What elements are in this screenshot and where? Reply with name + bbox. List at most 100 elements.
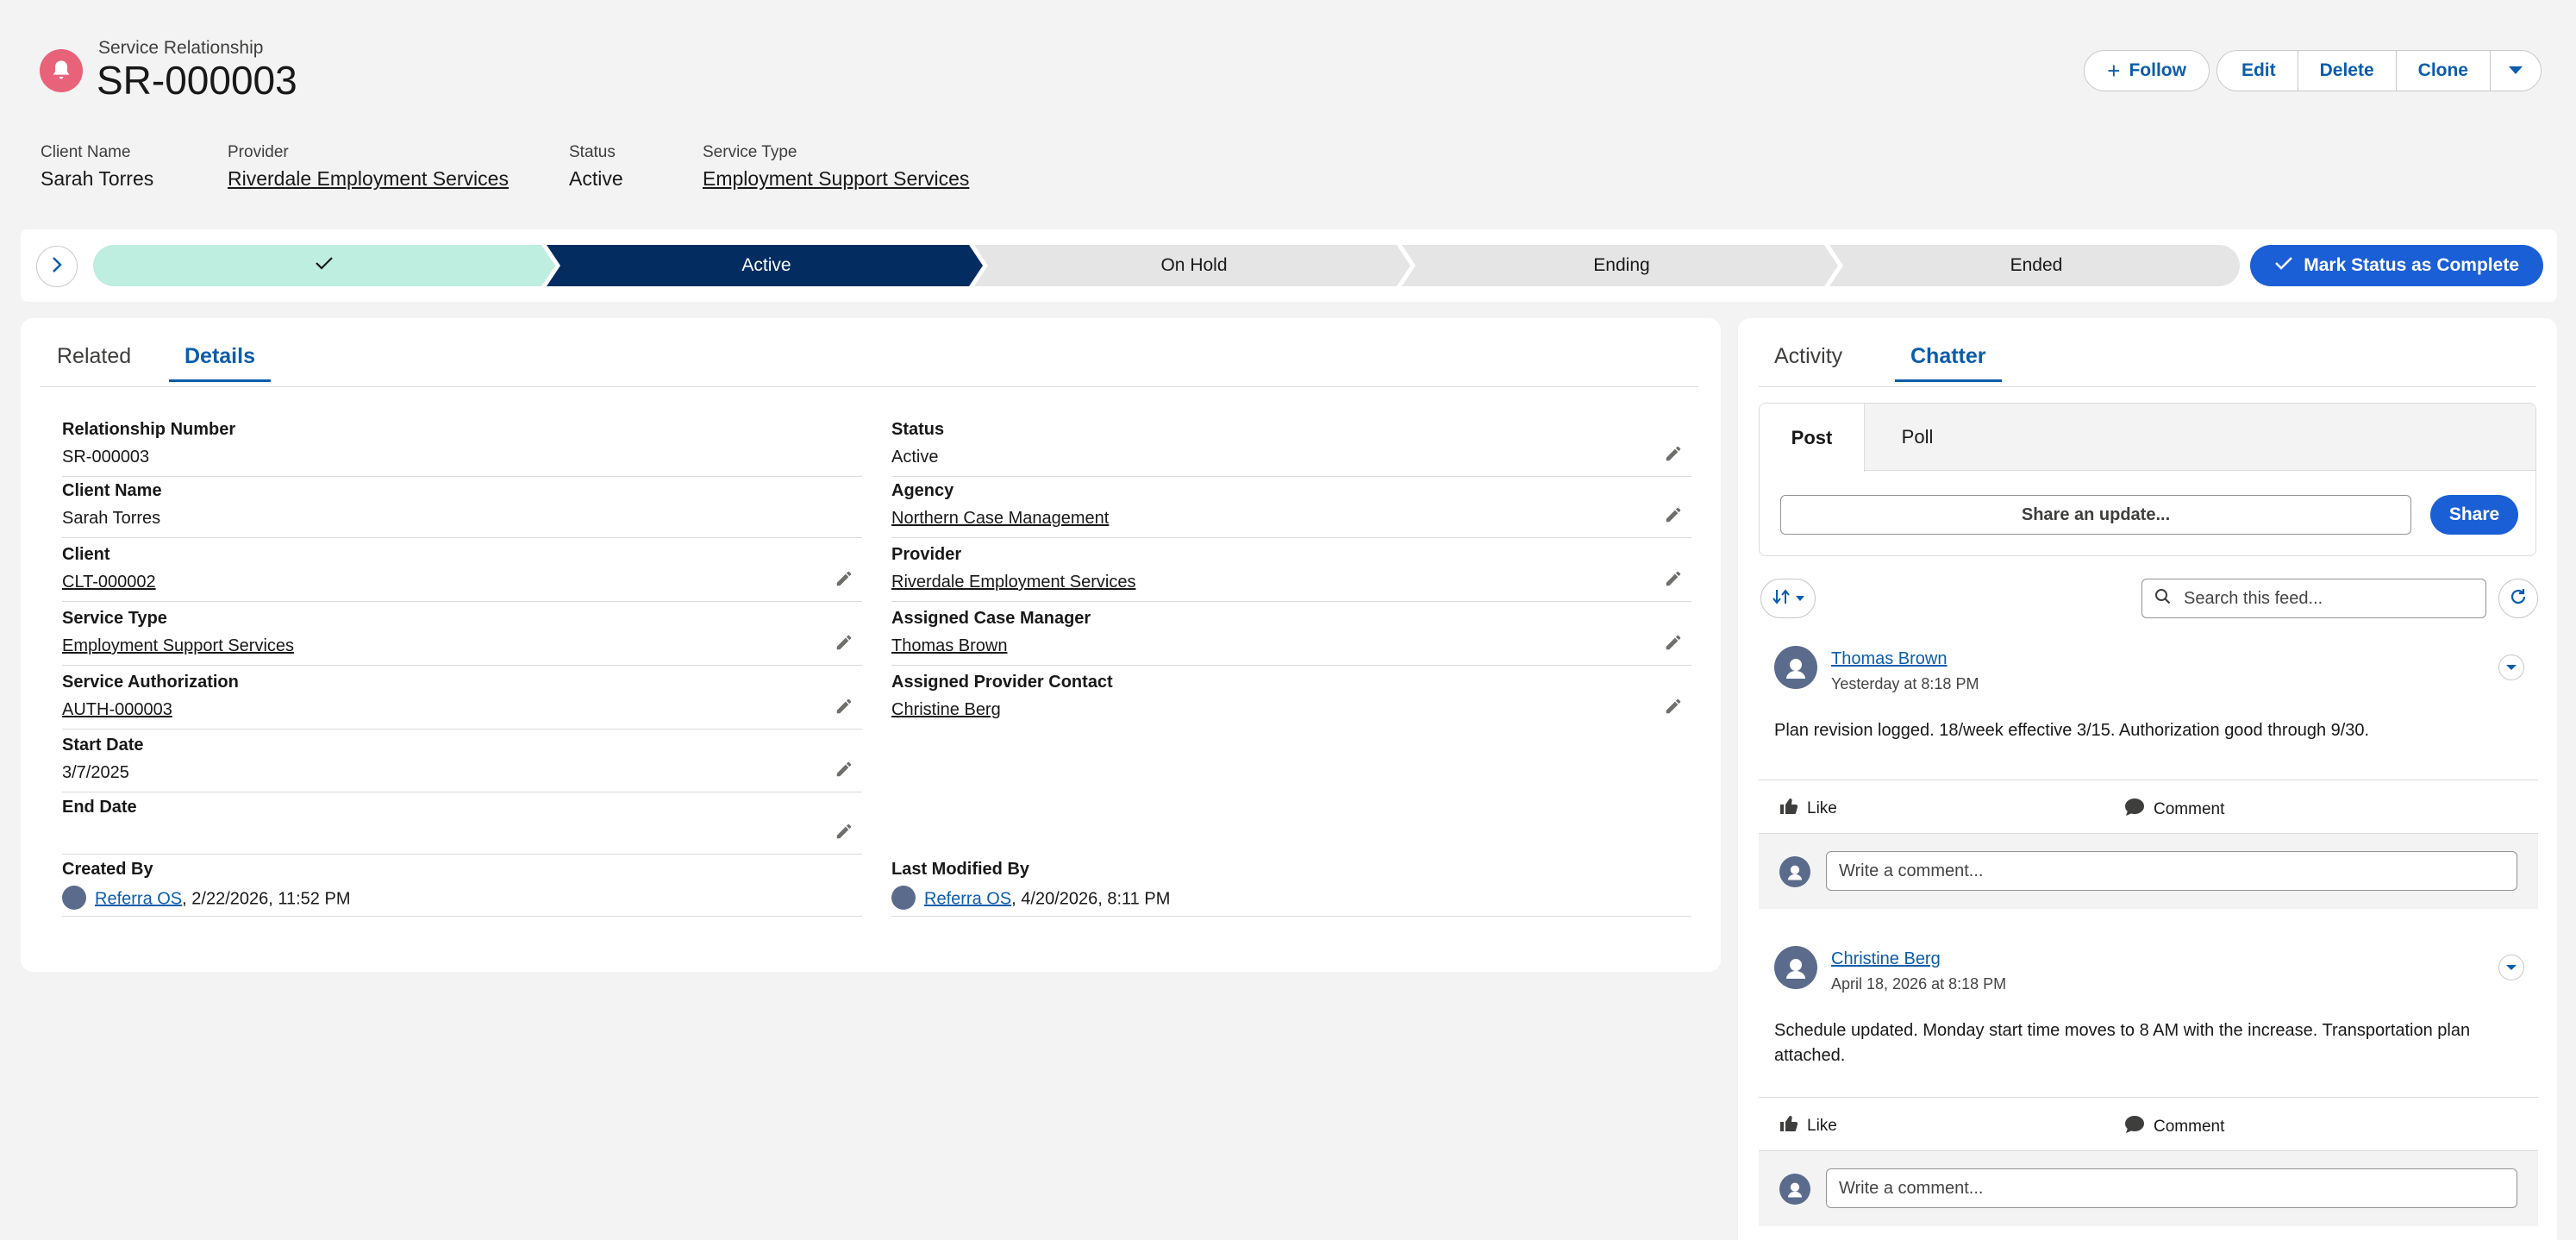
bell-icon xyxy=(40,49,83,92)
path-step-ended[interactable]: Ended xyxy=(1833,245,2240,286)
search-icon xyxy=(2154,588,2172,610)
comment-button[interactable]: Comment xyxy=(2124,798,2224,822)
like-button[interactable]: Like xyxy=(1779,1115,1837,1137)
field-relationship-number: Relationship Number SR-000003 xyxy=(62,413,862,477)
user-avatar xyxy=(62,886,86,910)
like-button[interactable]: Like xyxy=(1779,798,1837,820)
field-service-type: Service Type Employment Support Services xyxy=(62,602,862,666)
chevron-down-icon xyxy=(2508,60,2523,81)
user-avatar xyxy=(1779,1174,1810,1205)
tab-details[interactable]: Details xyxy=(169,344,271,382)
more-actions-button[interactable] xyxy=(2490,51,2541,91)
edit-button[interactable]: Edit xyxy=(2217,51,2298,91)
chevron-down-icon xyxy=(1796,591,1804,606)
feed-search xyxy=(2141,579,2486,618)
tab-activity[interactable]: Activity xyxy=(1774,344,1842,379)
field-provider: Provider Riverdale Employment Services xyxy=(891,538,1691,602)
post-body: Plan revision logged. 18/week effective … xyxy=(1774,721,2370,740)
highlights-panel: Client Name Sarah Torres Provider Riverd… xyxy=(41,143,979,191)
pencil-icon[interactable] xyxy=(1664,569,1683,588)
pencil-icon[interactable] xyxy=(1664,505,1683,524)
client-link[interactable]: CLT-000002 xyxy=(62,573,156,592)
sort-icon xyxy=(1772,588,1791,610)
case-manager-link[interactable]: Thomas Brown xyxy=(891,636,1008,656)
chevron-right-icon xyxy=(50,256,64,278)
post-author-link[interactable]: Christine Berg xyxy=(1831,949,1941,969)
post-timestamp[interactable]: April 18, 2026 at 8:18 PM xyxy=(1831,975,2006,993)
field-status: Status Active xyxy=(891,413,1691,477)
post-menu-button[interactable] xyxy=(2498,955,2524,980)
record-header: Service Relationship SR-000003 + Follow … xyxy=(0,0,2576,224)
user-avatar xyxy=(891,886,916,910)
field-assigned-provider-contact: Assigned Provider Contact Christine Berg xyxy=(891,666,1691,730)
chatter-tabset: Activity Chatter xyxy=(1759,318,2536,387)
refresh-feed-button[interactable] xyxy=(2498,579,2538,618)
user-avatar xyxy=(1779,856,1810,887)
share-update-input[interactable]: Share an update... xyxy=(1780,495,2411,535)
post-actions: Like Comment xyxy=(1759,780,2538,833)
mark-status-complete-button[interactable]: Mark Status as Complete xyxy=(2250,245,2543,286)
tab-chatter[interactable]: Chatter xyxy=(1895,344,2002,382)
tab-poll[interactable]: Poll xyxy=(1865,404,1970,471)
clone-button[interactable]: Clone xyxy=(2395,51,2490,91)
agency-link[interactable]: Northern Case Management xyxy=(891,509,1109,529)
pencil-icon[interactable] xyxy=(835,697,853,716)
details-card: Related Details Relationship Number SR-0… xyxy=(21,318,1721,972)
delete-button[interactable]: Delete xyxy=(2297,51,2396,91)
user-avatar xyxy=(1774,946,1817,989)
service-type-detail-link[interactable]: Employment Support Services xyxy=(62,636,294,656)
tab-related[interactable]: Related xyxy=(57,344,131,379)
path-step-active[interactable]: Active xyxy=(550,245,983,286)
provider-detail-link[interactable]: Riverdale Employment Services xyxy=(891,573,1135,592)
comment-composer xyxy=(1759,833,2538,909)
comment-icon xyxy=(2124,1115,2145,1139)
highlight-client-name: Client Name Sarah Torres xyxy=(41,143,154,190)
field-service-authorization: Service Authorization AUTH-000003 xyxy=(62,666,862,730)
path-steps: Active On Hold Ending Ended xyxy=(93,245,2240,286)
chevron-down-icon xyxy=(2506,660,2517,675)
chatter-card: Activity Chatter Post Poll Share an upda… xyxy=(1738,318,2557,1240)
thumbs-up-icon xyxy=(1779,798,1798,820)
post-actions: Like Comment xyxy=(1759,1097,2538,1150)
pencil-icon[interactable] xyxy=(835,569,853,588)
record-type-label: Service Relationship xyxy=(98,38,264,58)
pencil-icon[interactable] xyxy=(835,760,853,779)
field-client: Client CLT-000002 xyxy=(62,538,862,602)
share-button[interactable]: Share xyxy=(2430,495,2518,535)
record-title: SR-000003 xyxy=(97,58,297,103)
service-type-link[interactable]: Employment Support Services xyxy=(703,167,979,191)
provider-link[interactable]: Riverdale Employment Services xyxy=(228,167,569,191)
pencil-icon[interactable] xyxy=(1664,697,1683,716)
authorization-link[interactable]: AUTH-000003 xyxy=(62,700,172,720)
field-end-date: End Date xyxy=(62,791,862,855)
check-icon xyxy=(315,255,334,276)
pencil-icon[interactable] xyxy=(835,822,853,841)
post-timestamp[interactable]: Yesterday at 8:18 PM xyxy=(1831,675,1979,693)
field-last-modified-by: Last Modified By Referra OS, 4/20/2026, … xyxy=(891,853,1691,917)
sort-feed-button[interactable] xyxy=(1760,579,1816,618)
post-author-link[interactable]: Thomas Brown xyxy=(1831,649,1948,669)
comment-button[interactable]: Comment xyxy=(2124,1115,2224,1139)
pencil-icon[interactable] xyxy=(1664,633,1683,652)
pencil-icon[interactable] xyxy=(835,633,853,652)
modified-by-user-link[interactable]: Referra OS xyxy=(924,889,1011,908)
path-step-on-hold[interactable]: On Hold xyxy=(978,245,1410,286)
post-body: Schedule updated. Monday start time move… xyxy=(1774,1021,2471,1065)
post-menu-button[interactable] xyxy=(2498,654,2524,680)
chevron-down-icon xyxy=(2506,960,2517,975)
path-step-ending[interactable]: Ending xyxy=(1405,245,1838,286)
comment-input[interactable] xyxy=(1826,1168,2517,1208)
provider-contact-link[interactable]: Christine Berg xyxy=(891,700,1001,720)
follow-label: Follow xyxy=(2129,60,2186,80)
highlight-status: Status Active xyxy=(569,143,623,190)
follow-button[interactable]: + Follow xyxy=(2084,50,2210,91)
path-toggle-button[interactable] xyxy=(36,246,78,287)
tab-post[interactable]: Post xyxy=(1760,404,1865,472)
comment-input[interactable] xyxy=(1826,851,2517,891)
feed-search-input[interactable] xyxy=(2184,588,2468,609)
path-step-completed[interactable] xyxy=(93,245,555,286)
feed-post: Thomas Brown Yesterday at 8:18 PM Plan r… xyxy=(1759,646,2538,943)
field-client-name: Client Name Sarah Torres xyxy=(62,474,862,538)
pencil-icon[interactable] xyxy=(1664,444,1683,463)
created-by-user-link[interactable]: Referra OS xyxy=(95,889,182,908)
